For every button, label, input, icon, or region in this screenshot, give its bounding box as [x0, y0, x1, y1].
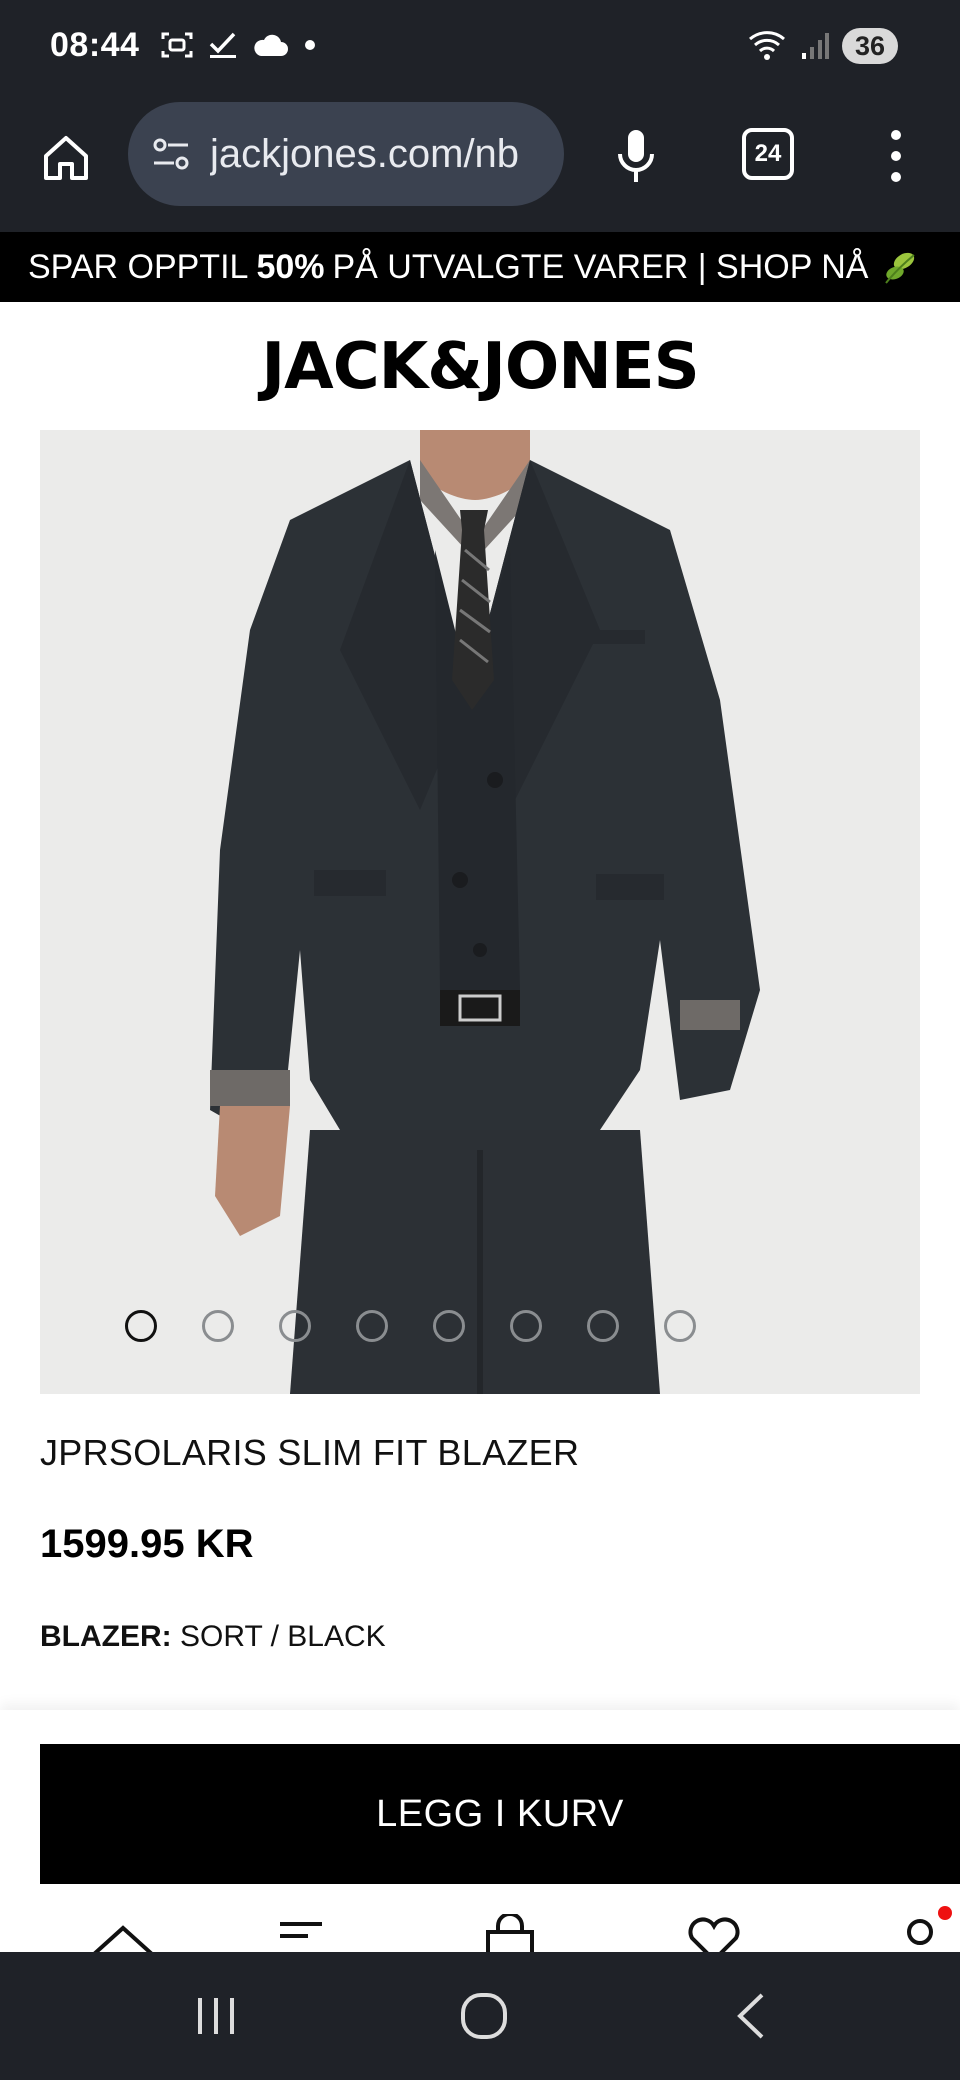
- status-bar: 08:44 36: [0, 0, 960, 96]
- status-left-icons: [160, 30, 318, 60]
- carousel-dot-2[interactable]: [201, 1310, 234, 1342]
- browser-toolbar: jackjones.com/nb 24: [0, 96, 960, 232]
- menu-dot: [891, 172, 901, 182]
- carousel-dot-5[interactable]: [432, 1310, 465, 1342]
- nav-home-icon[interactable]: [78, 1914, 168, 1952]
- tab-switcher-button[interactable]: 24: [742, 128, 794, 180]
- browser-menu-button[interactable]: [880, 124, 912, 188]
- site-bottom-nav: [0, 1896, 960, 1952]
- color-label: BLAZER:: [40, 1620, 172, 1653]
- account-notification-dot: [938, 1906, 952, 1920]
- menu-dot: [891, 151, 901, 161]
- back-button[interactable]: [722, 1988, 782, 2044]
- menu-dot: [891, 130, 901, 140]
- nav-categories-icon[interactable]: [278, 1914, 328, 1952]
- wifi-icon: [749, 31, 785, 60]
- color-value: SORT / BLACK: [180, 1620, 386, 1653]
- system-home-button[interactable]: [454, 1988, 514, 2044]
- carousel-dot-8[interactable]: [663, 1310, 696, 1342]
- voice-search-button[interactable]: [606, 124, 666, 188]
- microphone-icon: [618, 130, 654, 182]
- status-time: 08:44: [50, 26, 140, 64]
- home-button[interactable]: [34, 126, 98, 190]
- battery-badge: 36: [842, 28, 898, 64]
- carousel-dot-4[interactable]: [355, 1310, 388, 1342]
- system-nav-bar: [0, 1952, 960, 2080]
- leaf-icon: [885, 252, 916, 284]
- address-bar[interactable]: jackjones.com/nb: [128, 102, 564, 206]
- product-title: JPRSOLARIS SLIM FIT BLAZER: [40, 1432, 580, 1473]
- product-photo: [40, 430, 920, 1394]
- carousel-dot-6[interactable]: [509, 1310, 542, 1342]
- web-page: SPAR OPPTIL 50% PÅ UTVALGTE VARER | SHOP…: [0, 232, 960, 1952]
- check-icon: [209, 32, 236, 58]
- image-carousel-dots: [40, 1310, 920, 1342]
- url-text[interactable]: jackjones.com/nb: [210, 132, 519, 177]
- promo-highlight: 50%: [256, 247, 325, 286]
- promo-text-after: PÅ UTVALGTE VARER | SHOP NÅ: [332, 247, 869, 286]
- carousel-dot-7[interactable]: [586, 1310, 619, 1342]
- site-settings-icon[interactable]: [148, 131, 194, 177]
- product-price: 1599.95 KR: [40, 1522, 254, 1566]
- nav-bag-icon[interactable]: [484, 1914, 536, 1952]
- product-image[interactable]: [40, 430, 920, 1394]
- cloud-icon: [254, 34, 288, 56]
- recent-apps-icon: [198, 1998, 234, 2034]
- brand-logo[interactable]: JACK&JONES: [0, 332, 960, 402]
- add-to-cart-button[interactable]: LEGG I KURV: [40, 1744, 960, 1884]
- recent-apps-button[interactable]: [186, 1988, 246, 2044]
- nav-wishlist-icon[interactable]: [686, 1914, 742, 1952]
- status-right-icons: 36: [748, 28, 898, 64]
- promo-banner[interactable]: SPAR OPPTIL 50% PÅ UTVALGTE VARER | SHOP…: [0, 232, 960, 302]
- carousel-dot-3[interactable]: [278, 1310, 311, 1342]
- sticky-cart-area: LEGG I KURV: [0, 1710, 960, 1952]
- carousel-dot-1[interactable]: [124, 1310, 157, 1342]
- nav-account-icon[interactable]: [900, 1914, 940, 1952]
- product-color: BLAZER: SORT / BLACK: [40, 1620, 386, 1654]
- promo-text-before: SPAR OPPTIL: [28, 247, 249, 286]
- signal-icon: [802, 33, 829, 59]
- dot-icon: [305, 40, 315, 50]
- home-icon: [44, 136, 88, 180]
- screenshot-icon: [161, 32, 193, 58]
- system-home-icon: [461, 1993, 507, 2039]
- back-icon: [737, 1993, 764, 2039]
